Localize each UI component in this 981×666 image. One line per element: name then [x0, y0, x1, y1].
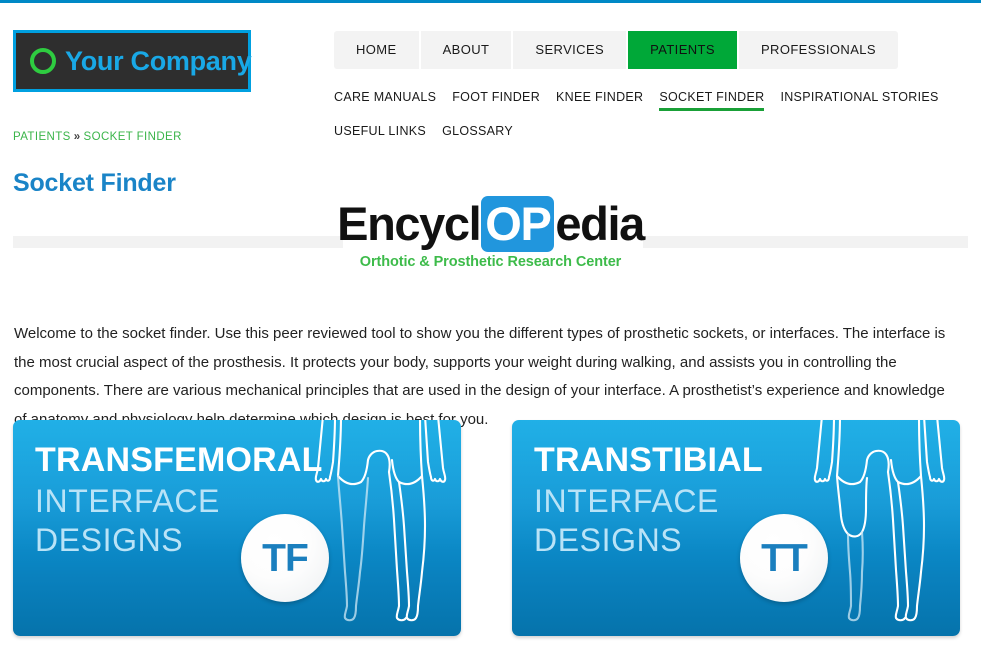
encyclopedia-word-part2: edia: [555, 197, 645, 250]
encyclopedia-subtitle: Orthotic & Prosthetic Research Center: [359, 254, 622, 270]
encyclopedia-banner: Encycl OP edia Orthotic & Prosthetic Resea…: [0, 196, 981, 286]
card-transtibial-subline-2: DESIGNS: [534, 522, 683, 558]
main-navigation: HOME ABOUT SERVICES PATIENTS PROFESSIONA…: [334, 31, 898, 69]
nav-item-patients[interactable]: PATIENTS: [628, 31, 737, 69]
subnav-item-socket-finder[interactable]: SOCKET FINDER: [659, 85, 765, 111]
page-title: Socket Finder: [13, 168, 176, 197]
circle-ring-icon: [30, 48, 56, 74]
subnav-item-inspirational-stories[interactable]: INSPIRATIONAL STORIES: [780, 85, 938, 119]
card-transtibial-badge: TT: [740, 514, 828, 602]
breadcrumb-parent[interactable]: PATIENTS: [13, 131, 71, 143]
transfemoral-legs-outline-icon: [305, 420, 455, 636]
breadcrumb-separator-icon: »: [73, 131, 81, 143]
site-logo[interactable]: Your Company: [13, 30, 252, 92]
breadcrumb-current[interactable]: SOCKET FINDER: [84, 131, 182, 143]
card-transtibial-subline-1: INTERFACE: [534, 483, 719, 519]
subnav-item-glossary[interactable]: GLOSSARY: [442, 119, 513, 153]
subnav-item-knee-finder[interactable]: KNEE FINDER: [556, 85, 643, 119]
nav-item-about[interactable]: ABOUT: [420, 31, 512, 69]
card-transfemoral-subline-1: INTERFACE: [35, 483, 220, 519]
transtibial-legs-outline-icon: [804, 420, 954, 636]
card-transtibial-headline: TRANSTIBIAL: [534, 441, 763, 479]
nav-item-services[interactable]: SERVICES: [513, 31, 627, 69]
card-transtibial[interactable]: TRANSTIBIAL INTERFACE DESIGNS TT: [512, 420, 960, 636]
subnav-item-useful-links[interactable]: USEFUL LINKS: [334, 119, 426, 153]
nav-item-professionals[interactable]: PROFESSIONALS: [738, 31, 898, 69]
intro-paragraph: Welcome to the socket finder. Use this p…: [14, 325, 946, 428]
card-transfemoral-badge: TF: [241, 514, 329, 602]
top-accent-rule: [0, 0, 981, 3]
subnav-item-care-manuals[interactable]: CARE MANUALS: [334, 85, 436, 119]
page-root: Your Company HOME ABOUT SERVICES PATIENT…: [0, 0, 981, 666]
site-logo-label: Your Company: [65, 45, 252, 76]
card-transfemoral-subline-2: DESIGNS: [35, 522, 184, 558]
encyclopedia-word-part1: Encycl: [337, 197, 482, 250]
card-transtibial-badge-label: TT: [761, 536, 808, 580]
subnav-item-foot-finder[interactable]: FOOT FINDER: [452, 85, 540, 119]
encyclopedia-op-highlight: OP: [481, 196, 555, 252]
breadcrumb: PATIENTS» SOCKET FINDER: [13, 131, 182, 143]
card-transfemoral[interactable]: TRANSFEMORAL INTERFACE DESIGNS TF: [13, 420, 461, 636]
nav-item-home[interactable]: HOME: [334, 31, 419, 69]
sub-navigation: CARE MANUALS FOOT FINDER KNEE FINDER SOC…: [334, 85, 959, 153]
card-transfemoral-badge-label: TF: [262, 536, 309, 580]
encyclopedia-wordmark: Encycl OP edia: [0, 196, 981, 252]
card-transfemoral-headline: TRANSFEMORAL: [35, 441, 323, 479]
